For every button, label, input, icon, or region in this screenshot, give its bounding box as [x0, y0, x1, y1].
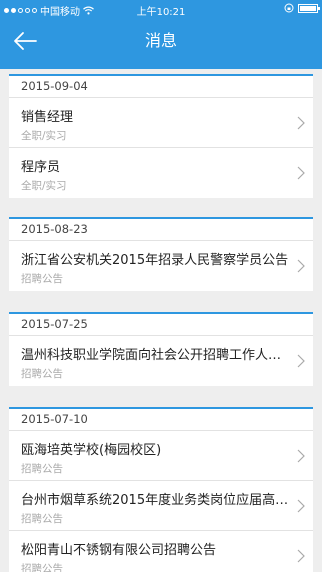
item-title: 浙江省公安机关2015年招录人民警察学员公告	[21, 253, 289, 268]
message-list[interactable]: 2015-09-04 销售经理 全职/实习 程序员 全职/实习 2015-08-…	[0, 69, 322, 572]
chevron-right-icon	[297, 259, 305, 273]
list-item[interactable]: 程序员 全职/实习	[9, 148, 313, 198]
list-item[interactable]: 浙江省公安机关2015年招录人民警察学员公告 招聘公告	[9, 241, 313, 291]
item-title: 销售经理	[21, 110, 74, 125]
item-subtitle: 招聘公告	[21, 273, 63, 285]
chevron-right-icon	[297, 549, 305, 563]
item-title: 松阳青山不锈钢有限公司招聘公告	[21, 543, 217, 558]
item-subtitle: 招聘公告	[21, 513, 63, 525]
list-item[interactable]: 瓯海培英学校(梅园校区) 招聘公告	[9, 431, 313, 481]
nav-bar: 消息	[0, 20, 322, 69]
item-subtitle: 招聘公告	[21, 368, 63, 380]
list-item[interactable]: 销售经理 全职/实习	[9, 98, 313, 148]
group-date: 2015-09-04	[9, 76, 313, 98]
group-date: 2015-08-23	[9, 219, 313, 241]
message-group: 2015-09-04 销售经理 全职/实习 程序员 全职/实习	[9, 74, 313, 198]
group-date: 2015-07-10	[9, 409, 313, 431]
chevron-right-icon	[297, 354, 305, 368]
rotation-lock-icon	[284, 3, 294, 13]
chevron-right-icon	[297, 449, 305, 463]
item-title: 温州科技职业学院面向社会公开招聘工作人员公告	[21, 348, 289, 363]
item-subtitle: 全职/实习	[21, 180, 67, 192]
message-group: 2015-07-10 瓯海培英学校(梅园校区) 招聘公告 台州市烟草系统2015…	[9, 407, 313, 572]
list-item[interactable]: 温州科技职业学院面向社会公开招聘工作人员公告 招聘公告	[9, 336, 313, 386]
item-subtitle: 招聘公告	[21, 463, 63, 475]
list-item[interactable]: 台州市烟草系统2015年度业务类岗位应届高校毕业生招聘公告 招聘公告	[9, 481, 313, 531]
item-title: 台州市烟草系统2015年度业务类岗位应届高校毕业生招聘公告	[21, 493, 289, 508]
list-item[interactable]: 松阳青山不锈钢有限公司招聘公告 招聘公告	[9, 531, 313, 572]
battery-icon	[298, 3, 320, 13]
message-group: 2015-07-25 温州科技职业学院面向社会公开招聘工作人员公告 招聘公告	[9, 312, 313, 386]
message-group: 2015-08-23 浙江省公安机关2015年招录人民警察学员公告 招聘公告	[9, 217, 313, 291]
item-title: 程序员	[21, 160, 61, 175]
chevron-right-icon	[297, 166, 305, 180]
app-header: 中国移动 上午10:21 消息	[0, 0, 322, 69]
item-subtitle: 招聘公告	[21, 563, 63, 572]
chevron-right-icon	[297, 499, 305, 513]
status-bar: 中国移动 上午10:21	[0, 0, 322, 20]
status-time: 上午10:21	[136, 7, 186, 18]
group-date: 2015-07-25	[9, 314, 313, 336]
item-title: 瓯海培英学校(梅园校区)	[21, 443, 162, 458]
chevron-right-icon	[297, 116, 305, 130]
page-title: 消息	[144, 31, 177, 50]
item-subtitle: 全职/实习	[21, 130, 67, 142]
